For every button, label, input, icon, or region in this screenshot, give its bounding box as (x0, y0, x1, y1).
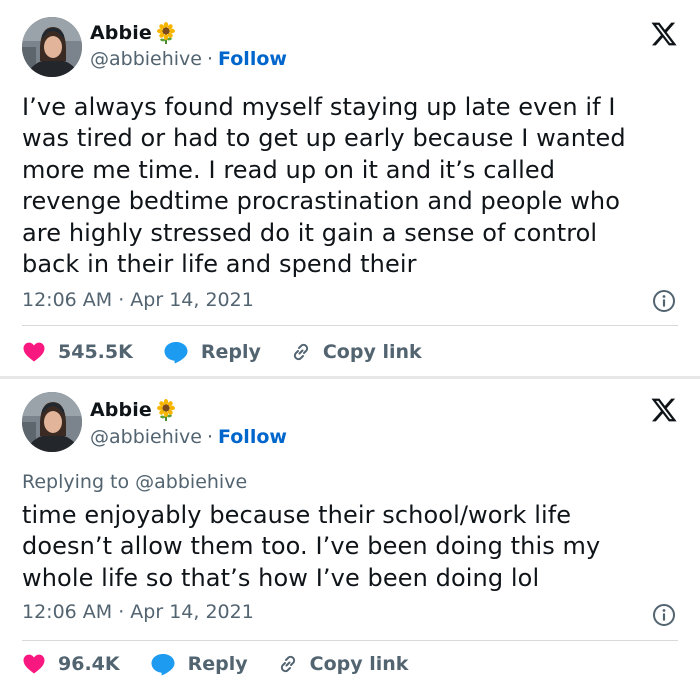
like-button[interactable]: 545.5K (22, 340, 133, 364)
follow-button[interactable]: Follow (218, 48, 287, 70)
link-icon (276, 652, 300, 676)
copy-link-label: Copy link (322, 341, 422, 363)
handle-line: @abbiehive · Follow (90, 48, 287, 70)
replying-to[interactable]: Replying to @abbiehive (22, 471, 247, 493)
author-name[interactable]: Abbie (90, 22, 177, 44)
sunflower-icon (155, 399, 177, 421)
separator-dot: · (207, 426, 214, 448)
copy-link-button[interactable]: Copy link (276, 652, 409, 676)
x-logo-icon[interactable] (650, 396, 678, 424)
tweet-timestamp[interactable]: 12:06 AM · Apr 14, 2021 (22, 289, 254, 311)
like-button[interactable]: 96.4K (22, 652, 120, 676)
tweet-timestamp[interactable]: 12:06 AM · Apr 14, 2021 (22, 601, 254, 623)
divider (22, 640, 678, 641)
author-handle[interactable]: @abbiehive (90, 48, 202, 70)
reply-button[interactable]: Reply (163, 340, 261, 364)
tweet-text: time enjoyably because their school/work… (22, 501, 601, 592)
like-count: 545.5K (58, 341, 133, 363)
avatar[interactable] (22, 17, 82, 77)
reply-label: Reply (187, 653, 248, 675)
reply-label: Reply (200, 341, 261, 363)
copy-link-button[interactable]: Copy link (289, 340, 422, 364)
author-name[interactable]: Abbie (90, 399, 177, 421)
like-count: 96.4K (58, 653, 120, 675)
sunflower-icon (155, 22, 177, 44)
info-icon[interactable] (652, 289, 676, 313)
action-bar: 96.4K Reply Copy link (22, 649, 408, 679)
action-bar: 545.5K Reply Copy link (22, 337, 422, 367)
tweet-text: I’ve always found myself staying up late… (22, 93, 626, 279)
heart-icon (22, 652, 46, 676)
divider (22, 325, 678, 326)
heart-icon (22, 340, 46, 364)
x-logo-icon[interactable] (650, 20, 678, 48)
author-name-text: Abbie (90, 399, 152, 421)
author-name-text: Abbie (90, 22, 152, 44)
separator-dot: · (207, 48, 214, 70)
speech-bubble-icon (163, 340, 189, 364)
speech-bubble-icon (150, 652, 176, 676)
author-handle[interactable]: @abbiehive (90, 426, 202, 448)
avatar[interactable] (22, 392, 82, 452)
info-icon[interactable] (652, 603, 676, 627)
reply-button[interactable]: Reply (150, 652, 248, 676)
tweet-card: Abbie @abbiehive · Follow I’ve always foun… (0, 0, 700, 376)
handle-line: @abbiehive · Follow (90, 426, 287, 448)
copy-link-label: Copy link (309, 653, 409, 675)
follow-button[interactable]: Follow (218, 426, 287, 448)
tweet-card: Abbie @abbiehive · Follow Replying to @abb… (0, 376, 700, 696)
link-icon (289, 340, 313, 364)
